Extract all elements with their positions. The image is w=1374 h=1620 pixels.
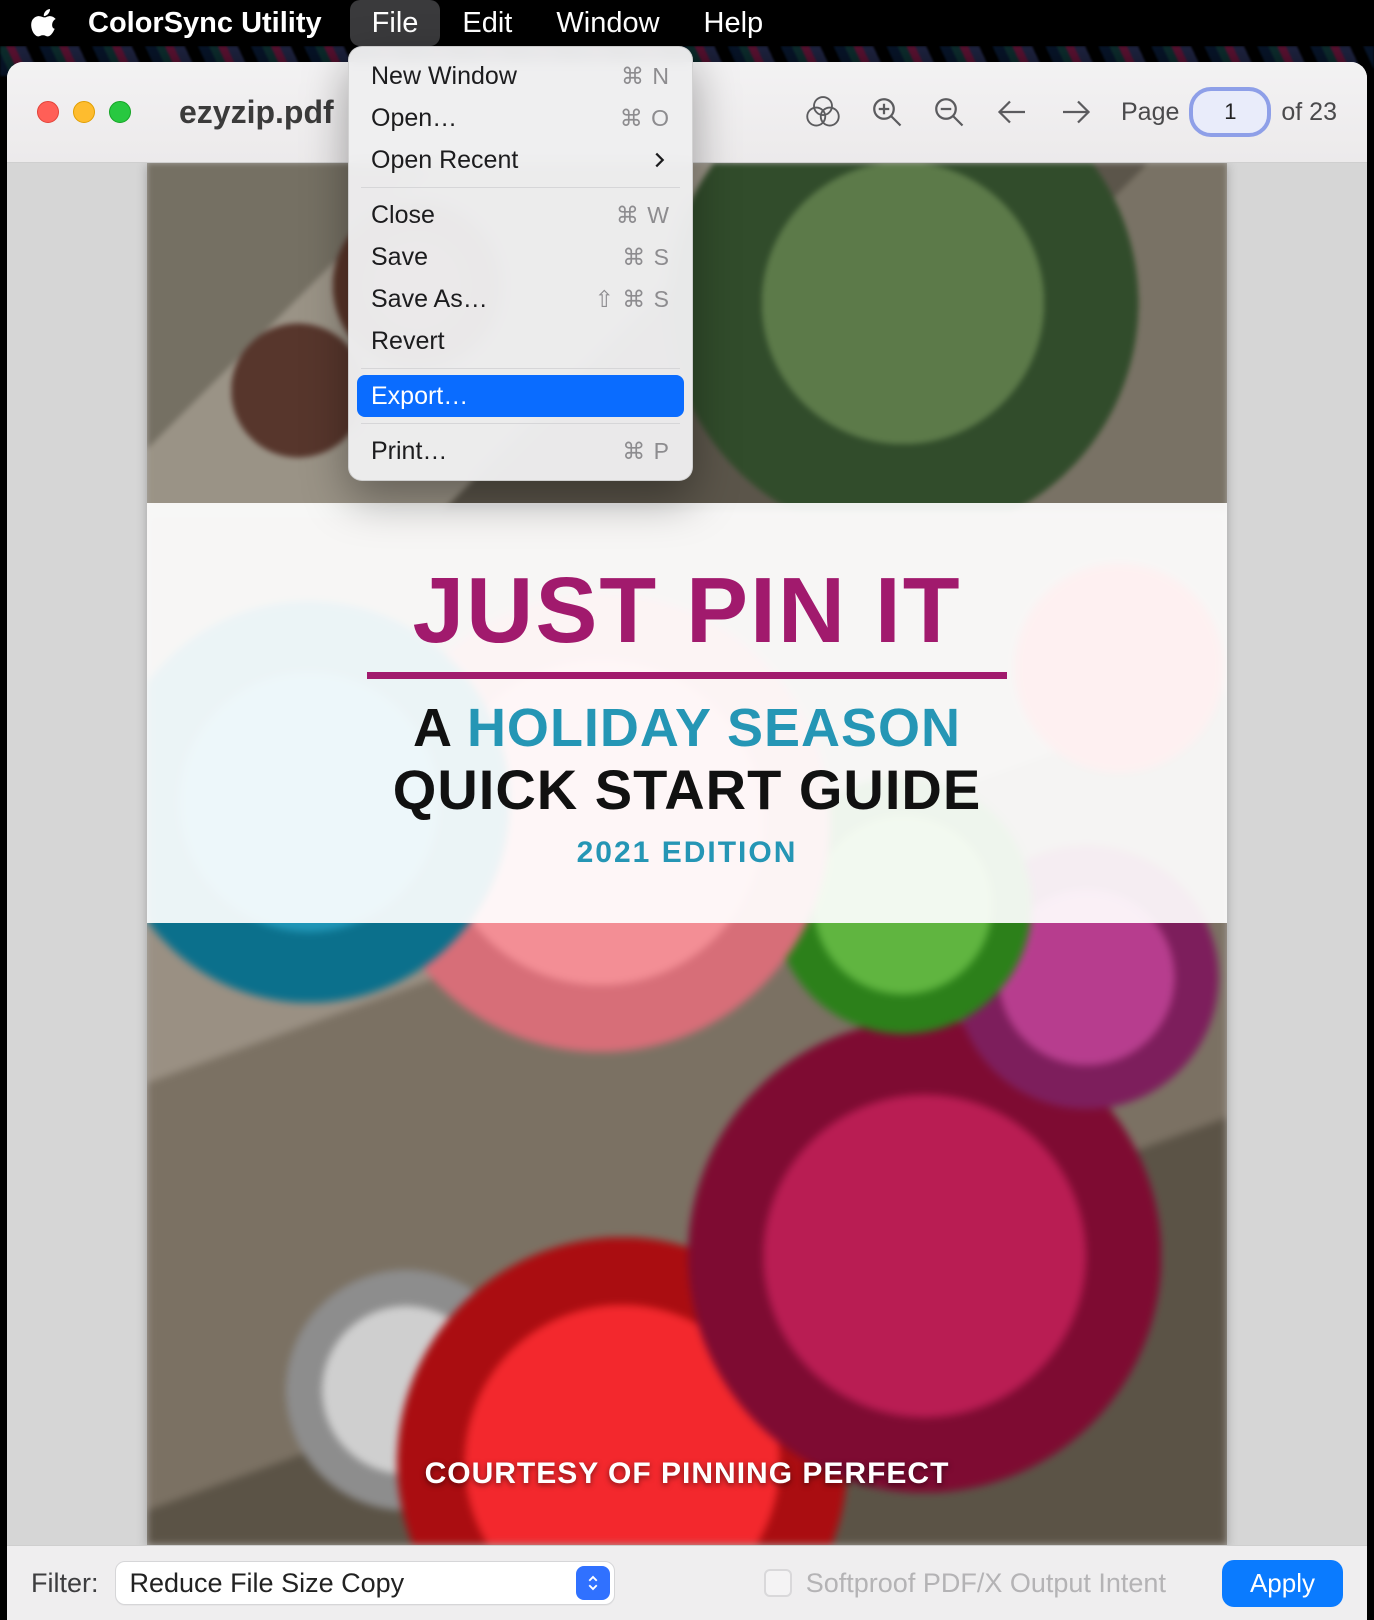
menu-item-shortcut: ⌘ P (622, 438, 670, 465)
menu-item-save-as[interactable]: Save As… ⇧ ⌘ S (357, 278, 684, 320)
menu-item-label: Print… (371, 437, 447, 466)
menu-item-shortcut: ⌘ O (620, 105, 670, 132)
filter-label: Filter: (31, 1568, 99, 1599)
page-label: Page (1121, 98, 1179, 127)
document-title: ezyzip.pdf (179, 94, 334, 131)
menubar-item-file[interactable]: File (350, 0, 441, 46)
doc-subtitle-line1: A HOLIDAY SEASON (413, 697, 961, 759)
menu-item-shortcut: ⌘ W (616, 202, 670, 229)
filter-select[interactable]: Reduce File Size Copy (115, 1561, 615, 1605)
menu-item-open-recent[interactable]: Open Recent (357, 139, 684, 181)
chevron-right-icon (648, 149, 670, 171)
menubar-app-name[interactable]: ColorSync Utility (88, 7, 322, 40)
softproof-checkbox[interactable] (764, 1569, 792, 1597)
doc-main-title: JUST PIN IT (412, 557, 961, 664)
page-total: of 23 (1281, 98, 1337, 127)
menu-item-open[interactable]: Open… ⌘ O (357, 97, 684, 139)
softproof-label: Softproof PDF/X Output Intent (806, 1568, 1166, 1599)
menu-item-print[interactable]: Print… ⌘ P (357, 430, 684, 472)
menu-item-label: Close (371, 201, 435, 230)
menu-separator (361, 368, 680, 369)
menu-separator (361, 423, 680, 424)
menu-item-shortcut: ⇧ ⌘ S (595, 286, 670, 313)
color-profile-icon[interactable] (805, 94, 841, 130)
previous-page-icon[interactable] (995, 94, 1031, 130)
page-title-banner: JUST PIN IT A HOLIDAY SEASON QUICK START… (147, 503, 1227, 923)
menu-item-revert[interactable]: Revert (357, 320, 684, 362)
menubar-item-help[interactable]: Help (682, 0, 786, 46)
subtitle-b: HOLIDAY SEASON (467, 698, 961, 758)
zoom-out-icon[interactable] (931, 94, 967, 130)
menu-item-shortcut: ⌘ S (622, 244, 670, 271)
filter-selected-value: Reduce File Size Copy (130, 1568, 405, 1599)
minimize-window-icon[interactable] (73, 101, 95, 123)
doc-footer-text: COURTESY OF PINNING PERFECT (147, 1457, 1227, 1491)
subtitle-a: A (413, 698, 467, 758)
doc-subtitle-line2: QUICK START GUIDE (393, 757, 981, 822)
menubar: ColorSync Utility File Edit Window Help (0, 0, 1374, 46)
menu-item-export[interactable]: Export… (357, 375, 684, 417)
next-page-icon[interactable] (1057, 94, 1093, 130)
menu-item-label: Open… (371, 104, 457, 133)
menu-item-shortcut: ⌘ N (621, 63, 670, 90)
menubar-item-window[interactable]: Window (534, 0, 681, 46)
close-window-icon[interactable] (37, 101, 59, 123)
menu-separator (361, 187, 680, 188)
menu-item-label: Save (371, 243, 428, 272)
maximize-window-icon[interactable] (109, 101, 131, 123)
apply-button[interactable]: Apply (1222, 1560, 1343, 1607)
toolbar-right: Page of 23 (805, 62, 1337, 162)
page-number-input[interactable] (1189, 87, 1271, 137)
title-rule (367, 672, 1007, 679)
doc-edition: 2021 EDITION (577, 836, 798, 870)
apple-logo-icon[interactable] (30, 9, 58, 37)
select-caret-icon (576, 1566, 610, 1600)
menu-item-save[interactable]: Save ⌘ S (357, 236, 684, 278)
softproof-option: Softproof PDF/X Output Intent (764, 1568, 1166, 1599)
menu-item-label: Revert (371, 327, 445, 356)
file-menu-dropdown: New Window ⌘ N Open… ⌘ O Open Recent Clo… (348, 46, 693, 481)
page-indicator: Page of 23 (1121, 87, 1337, 137)
zoom-in-icon[interactable] (869, 94, 905, 130)
menu-item-label: Save As… (371, 285, 488, 314)
menu-item-label: Export… (371, 382, 468, 411)
bottom-bar: Filter: Reduce File Size Copy Softproof … (7, 1545, 1367, 1620)
menu-item-close[interactable]: Close ⌘ W (357, 194, 684, 236)
traffic-lights (37, 101, 131, 123)
menu-item-new-window[interactable]: New Window ⌘ N (357, 55, 684, 97)
menubar-item-edit[interactable]: Edit (440, 0, 534, 46)
menu-item-label: New Window (371, 62, 517, 91)
menu-item-label: Open Recent (371, 146, 518, 175)
